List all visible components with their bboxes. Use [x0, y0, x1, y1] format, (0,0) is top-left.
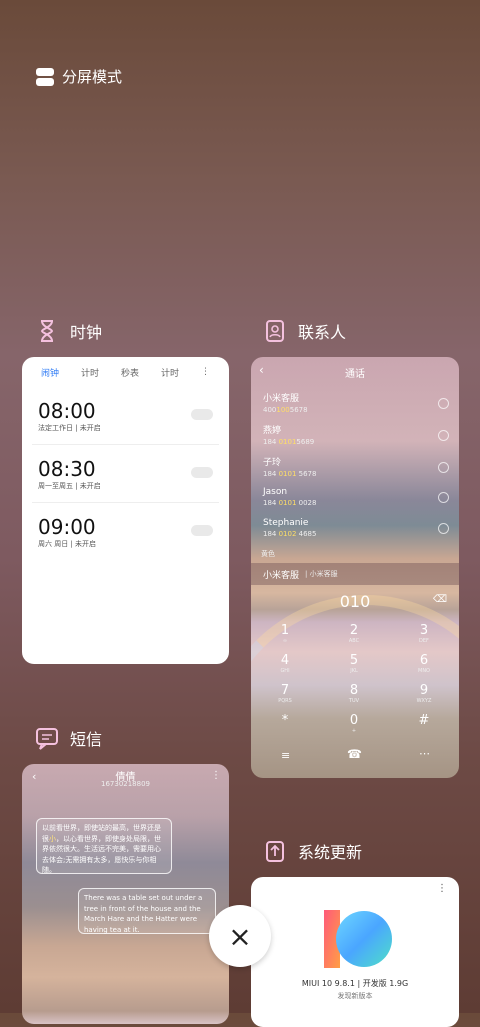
- dial-key[interactable]: 7 PQRS: [273, 683, 297, 704]
- close-all-button[interactable]: ×: [209, 905, 271, 967]
- update-app-title: 系统更新: [298, 843, 363, 862]
- contact-row[interactable]: 子玲 184 0101 5678: [263, 455, 316, 478]
- contact-number: 184 0102 4685: [263, 530, 317, 538]
- chevron-right-icon[interactable]: [438, 492, 449, 503]
- dial-key[interactable]: *: [273, 713, 297, 728]
- service-bar[interactable]: 小米客服 | 小米客服: [251, 563, 459, 585]
- contact-row[interactable]: 小米客服 4001005678: [263, 391, 308, 414]
- service-sub: | 小米客服: [305, 570, 338, 578]
- contact-name: 燕婷: [263, 426, 282, 436]
- dial-key[interactable]: 0 +: [342, 713, 366, 734]
- dial-key[interactable]: 1 ∞: [273, 623, 297, 644]
- dial-key[interactable]: 3 DEF: [412, 623, 436, 644]
- alarm-toggle[interactable]: [191, 409, 213, 420]
- alarm-desc: 周一至周五 | 未开启: [38, 482, 101, 490]
- conversation-number: 16730218809: [101, 780, 150, 788]
- messages-app-title: 短信: [70, 730, 103, 749]
- chevron-right-icon[interactable]: [438, 398, 449, 409]
- message-icon: [34, 725, 60, 751]
- split-screen-button[interactable]: 分屏模式: [36, 66, 122, 87]
- contact-name: Jason: [263, 487, 288, 497]
- contacts-app-header: 联系人: [262, 318, 346, 344]
- dialpad-icon[interactable]: ⋯: [419, 747, 430, 760]
- alarm-desc: 法定工作日 | 未开启: [38, 424, 101, 432]
- chevron-right-icon[interactable]: [438, 430, 449, 441]
- contacts-app-title: 联系人: [298, 323, 347, 342]
- contacts-icon: [262, 318, 288, 344]
- contacts-screen-title: 通话: [345, 369, 365, 380]
- contact-row[interactable]: 燕婷 184 01015689: [263, 423, 314, 446]
- hourglass-icon: [34, 318, 60, 344]
- split-screen-icon: [36, 67, 54, 86]
- contacts-app-card[interactable]: ‹ 通话 小米客服 4001005678 燕婷 184 01015689 子玲 …: [251, 357, 459, 778]
- messages-app-header: 短信: [34, 725, 102, 751]
- call-icon[interactable]: ☎: [347, 747, 362, 761]
- update-new-version[interactable]: 发现新版本: [251, 991, 459, 1001]
- contact-number: 184 0101 5678: [263, 470, 317, 478]
- more-icon[interactable]: ⋮: [437, 883, 447, 894]
- contact-row[interactable]: Stephanie 184 0102 4685: [263, 518, 316, 538]
- dial-key[interactable]: 9 WXYZ: [412, 683, 436, 704]
- contact-name: 小米客服: [263, 394, 300, 404]
- alarm-time: 08:00: [38, 399, 96, 423]
- chevron-right-icon[interactable]: [438, 523, 449, 534]
- clock-app-title: 时钟: [70, 323, 103, 342]
- more-icon[interactable]: ⋮: [211, 770, 221, 781]
- contacts-hint: 黄色: [261, 550, 275, 558]
- dial-key[interactable]: 8 TUV: [342, 683, 366, 704]
- dial-number-display: 010: [339, 592, 371, 611]
- contact-row[interactable]: Jason 184 0101 0028: [263, 487, 316, 507]
- alarm-item[interactable]: 09:00 周六 周日 | 未开启: [32, 503, 219, 560]
- update-icon: [262, 838, 288, 864]
- contact-number: 4001005678: [263, 406, 308, 414]
- contact-number: 184 0101 0028: [263, 499, 317, 507]
- alarm-desc: 周六 周日 | 未开启: [38, 540, 97, 548]
- dial-key[interactable]: 5 JKL: [342, 653, 366, 674]
- backspace-icon[interactable]: ⌫: [433, 594, 447, 605]
- dial-key[interactable]: 6 MNO: [412, 653, 436, 674]
- more-icon[interactable]: ⋮: [201, 367, 210, 377]
- dial-key[interactable]: 4 GHI: [273, 653, 297, 674]
- service-name: 小米客服: [263, 570, 300, 581]
- message-bubble: 以前看世界，即使站的最高，世界还是很小，以心看世界，即使身处局限，世界依然很大。…: [36, 818, 172, 874]
- dial-key[interactable]: 2 ABC: [342, 623, 366, 644]
- dial-key[interactable]: #: [412, 713, 436, 728]
- alarm-toggle[interactable]: [191, 467, 213, 478]
- tab-alarm[interactable]: 闹钟: [41, 366, 59, 379]
- update-version: MIUI 10 9.8.1 | 开发版 1.9G: [301, 979, 409, 988]
- contact-number: 184 01015689: [263, 438, 315, 446]
- contact-name: Stephanie: [263, 518, 309, 528]
- clock-tabs: 闹钟 计时 秒表 计时 ⋮: [22, 357, 229, 387]
- alarm-item[interactable]: 08:00 法定工作日 | 未开启: [32, 387, 219, 445]
- tab-countdown[interactable]: 计时: [161, 366, 179, 379]
- miui-10-logo: [324, 910, 392, 968]
- messages-app-card[interactable]: ‹ 倩倩 16730218809 ⋮ 以前看世界，即使站的最高，世界还是很小，以…: [22, 764, 229, 1024]
- clock-app-header: 时钟: [34, 318, 102, 344]
- alarm-item[interactable]: 08:30 周一至周五 | 未开启: [32, 445, 219, 503]
- tab-stopwatch[interactable]: 秒表: [121, 366, 139, 379]
- alarm-time: 09:00: [38, 515, 96, 539]
- message-bubble: There was a table set out under a tree i…: [78, 888, 216, 934]
- alarm-time: 08:30: [38, 457, 96, 481]
- alarm-toggle[interactable]: [191, 525, 213, 536]
- update-app-header: 系统更新: [262, 838, 362, 864]
- tab-timer[interactable]: 计时: [81, 366, 99, 379]
- split-screen-label: 分屏模式: [62, 68, 123, 86]
- chevron-right-icon[interactable]: [438, 462, 449, 473]
- clock-app-card[interactable]: 闹钟 计时 秒表 计时 ⋮ 08:00 法定工作日 | 未开启 08:30 周一…: [22, 357, 229, 664]
- menu-icon[interactable]: ≡: [281, 749, 290, 762]
- contact-name: 子玲: [263, 458, 282, 468]
- close-icon: ×: [228, 919, 252, 953]
